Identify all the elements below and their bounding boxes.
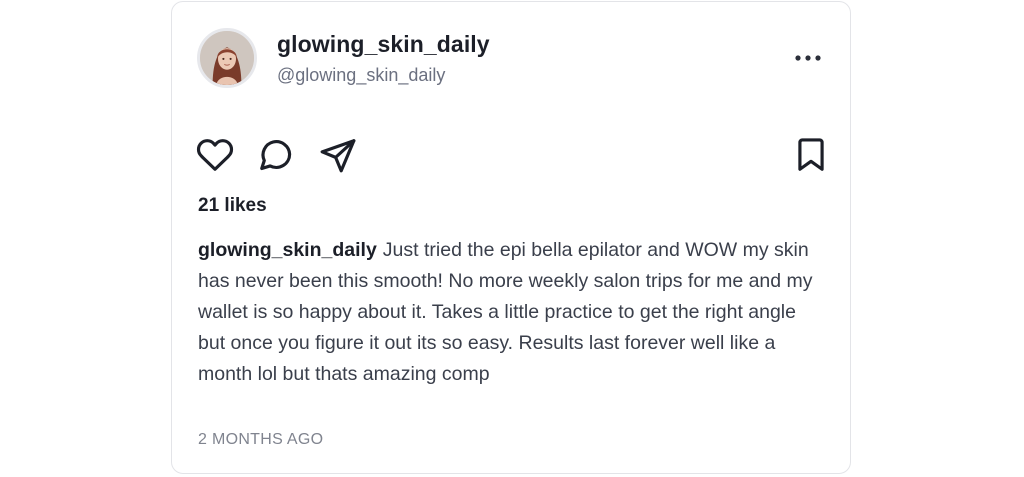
avatar[interactable] [197, 28, 257, 88]
more-options-button[interactable] [791, 46, 825, 70]
post-handle: @glowing_skin_daily [277, 65, 446, 85]
heart-icon [196, 139, 234, 171]
like-button[interactable] [196, 136, 234, 174]
save-button[interactable] [792, 136, 830, 174]
comment-icon [260, 140, 292, 171]
more-horizontal-icon [795, 55, 821, 61]
post-caption: glowing_skin_daily Just tried the epi bel… [198, 235, 828, 390]
send-icon [320, 139, 356, 173]
bookmark-icon [798, 138, 824, 171]
comment-button[interactable] [257, 136, 295, 174]
post-timestamp: 2 MONTHS AGO [198, 431, 324, 448]
post-card: glowing_skin_daily @glowing_skin_daily 2… [171, 1, 851, 474]
post-username[interactable]: glowing_skin_daily [277, 31, 490, 58]
profile-photo [200, 31, 254, 85]
likes-count: 21 likes [198, 195, 267, 216]
caption-username[interactable]: glowing_skin_daily [198, 239, 377, 261]
share-button[interactable] [319, 136, 357, 174]
